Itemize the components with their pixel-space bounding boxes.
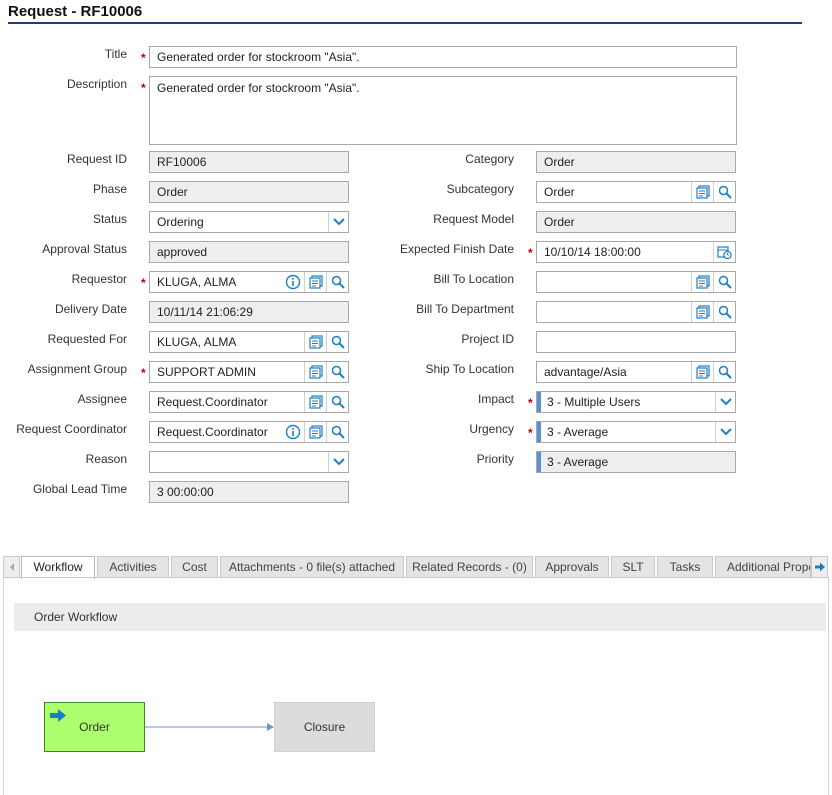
arrowhead: [267, 723, 274, 731]
current-phase-arrow-icon: [50, 709, 66, 722]
workflow-node-label: Order: [79, 720, 110, 734]
workflow-node-order[interactable]: Order: [44, 702, 145, 752]
workflow-node-closure[interactable]: Closure: [274, 702, 375, 752]
workflow-connectors: [145, 723, 274, 731]
workflow-node-label: Closure: [303, 720, 346, 734]
